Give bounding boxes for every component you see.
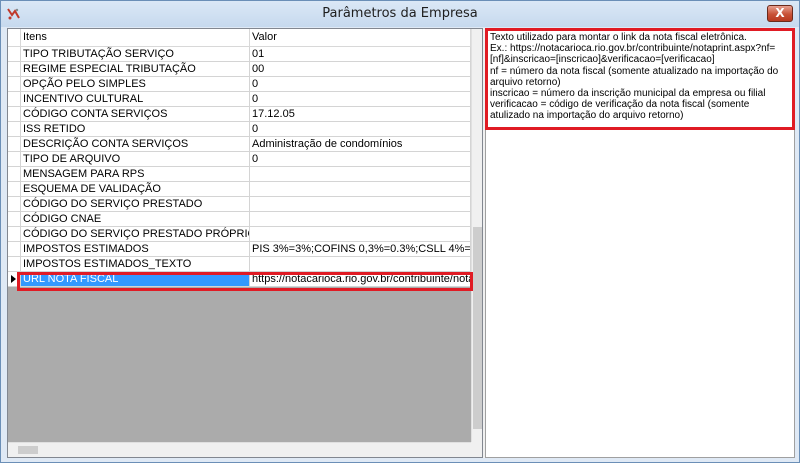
table-row[interactable]: DESCRIÇÃO CONTA SERVIÇOS Administração de…: [8, 137, 471, 152]
table-row[interactable]: IMPOSTOS ESTIMADOS PIS 3%=3%;COFINS 0,3%=…: [8, 242, 471, 257]
row-indicator[interactable]: [8, 212, 21, 227]
grid-header: Itens Valor: [8, 29, 471, 47]
row-indicator[interactable]: [8, 92, 21, 107]
table-row[interactable]: ISS RETIDO 0: [8, 122, 471, 137]
item-cell[interactable]: ESQUEMA DE VALIDAÇÃO: [21, 182, 250, 197]
value-cell[interactable]: [250, 182, 471, 197]
row-indicator[interactable]: [8, 197, 21, 212]
description-text: Texto utilizado para montar o link da no…: [490, 32, 779, 122]
item-cell[interactable]: IMPOSTOS ESTIMADOS_TEXTO: [21, 257, 250, 272]
value-cell[interactable]: 0: [250, 77, 471, 92]
vertical-scroll-thumb[interactable]: [473, 227, 482, 429]
table-row[interactable]: CÓDIGO DO SERVIÇO PRESTADO: [8, 197, 471, 212]
parametros-window: Parâmetros da Empresa X Itens Valor TIPO…: [0, 0, 800, 463]
table-row[interactable]: OPÇÃO PELO SIMPLES 0: [8, 77, 471, 92]
item-cell[interactable]: URL NOTA FISCAL: [21, 272, 250, 287]
row-indicator[interactable]: [8, 227, 21, 242]
item-cell[interactable]: OPÇÃO PELO SIMPLES: [21, 77, 250, 92]
table-row[interactable]: ESQUEMA DE VALIDAÇÃO: [8, 182, 471, 197]
title-bar[interactable]: Parâmetros da Empresa X: [1, 1, 799, 27]
header-indicator-cell: [8, 29, 21, 46]
row-indicator[interactable]: [8, 152, 21, 167]
value-cell[interactable]: [250, 227, 471, 242]
row-indicator[interactable]: [8, 242, 21, 257]
parameters-grid[interactable]: Itens Valor TIPO TRIBUTAÇÃO SERVIÇO 01 REG…: [7, 28, 483, 458]
item-cell[interactable]: CÓDIGO CONTA SERVIÇOS: [21, 107, 250, 122]
value-cell[interactable]: 0: [250, 122, 471, 137]
row-indicator[interactable]: [8, 167, 21, 182]
vertical-scrollbar[interactable]: [471, 29, 482, 442]
table-row[interactable]: URL NOTA FISCAL https://notacarioca.rio.g…: [8, 272, 471, 287]
description-panel: Texto utilizado para montar o link da no…: [485, 28, 795, 458]
row-indicator[interactable]: [8, 47, 21, 62]
item-cell[interactable]: TIPO DE ARQUIVO: [21, 152, 250, 167]
horizontal-scroll-thumb[interactable]: [18, 446, 38, 454]
item-cell[interactable]: IMPOSTOS ESTIMADOS: [21, 242, 250, 257]
row-indicator[interactable]: [8, 257, 21, 272]
row-pointer-icon: [11, 275, 16, 283]
row-indicator[interactable]: [8, 77, 21, 92]
value-cell[interactable]: [250, 257, 471, 272]
row-indicator[interactable]: [8, 62, 21, 77]
value-cell[interactable]: PIS 3%=3%;COFINS 0,3%=0.3%;CSLL 4%=4%;: [250, 242, 471, 257]
value-cell[interactable]: Administração de condomínios: [250, 137, 471, 152]
value-cell[interactable]: 0: [250, 92, 471, 107]
table-row[interactable]: TIPO TRIBUTAÇÃO SERVIÇO 01: [8, 47, 471, 62]
row-indicator[interactable]: [8, 107, 21, 122]
item-cell[interactable]: DESCRIÇÃO CONTA SERVIÇOS: [21, 137, 250, 152]
table-row[interactable]: TIPO DE ARQUIVO 0: [8, 152, 471, 167]
value-cell[interactable]: [250, 197, 471, 212]
table-row[interactable]: REGIME ESPECIAL TRIBUTAÇÃO 00: [8, 62, 471, 77]
table-row[interactable]: INCENTIVO CULTURAL 0: [8, 92, 471, 107]
column-header-itens[interactable]: Itens: [21, 29, 250, 46]
value-cell[interactable]: https://notacarioca.rio.gov.br/contribui…: [250, 272, 471, 287]
table-row[interactable]: CÓDIGO CNAE: [8, 212, 471, 227]
horizontal-scrollbar[interactable]: [8, 442, 471, 457]
item-cell[interactable]: INCENTIVO CULTURAL: [21, 92, 250, 107]
item-cell[interactable]: TIPO TRIBUTAÇÃO SERVIÇO: [21, 47, 250, 62]
item-cell[interactable]: ISS RETIDO: [21, 122, 250, 137]
window-title: Parâmetros da Empresa: [322, 6, 478, 21]
item-cell[interactable]: REGIME ESPECIAL TRIBUTAÇÃO: [21, 62, 250, 77]
table-row[interactable]: IMPOSTOS ESTIMADOS_TEXTO: [8, 257, 471, 272]
value-cell[interactable]: 0: [250, 152, 471, 167]
item-cell[interactable]: CÓDIGO DO SERVIÇO PRESTADO PRÓPRIO DO M: [21, 227, 250, 242]
scrollbar-corner: [471, 442, 482, 457]
value-cell[interactable]: [250, 212, 471, 227]
column-header-valor[interactable]: Valor: [250, 29, 471, 46]
row-indicator[interactable]: [8, 272, 21, 287]
value-cell[interactable]: 00: [250, 62, 471, 77]
value-cell[interactable]: 01: [250, 47, 471, 62]
value-cell[interactable]: 17.12.05: [250, 107, 471, 122]
item-cell[interactable]: CÓDIGO DO SERVIÇO PRESTADO: [21, 197, 250, 212]
client-area: Itens Valor TIPO TRIBUTAÇÃO SERVIÇO 01 REG…: [7, 28, 795, 458]
value-cell[interactable]: [250, 167, 471, 182]
close-button[interactable]: X: [767, 5, 793, 22]
table-row[interactable]: CÓDIGO DO SERVIÇO PRESTADO PRÓPRIO DO M: [8, 227, 471, 242]
table-row[interactable]: CÓDIGO CONTA SERVIÇOS 17.12.05: [8, 107, 471, 122]
item-cell[interactable]: CÓDIGO CNAE: [21, 212, 250, 227]
item-cell[interactable]: MENSAGEM PARA RPS: [21, 167, 250, 182]
row-indicator[interactable]: [8, 122, 21, 137]
row-indicator[interactable]: [8, 182, 21, 197]
table-row[interactable]: MENSAGEM PARA RPS: [8, 167, 471, 182]
row-indicator[interactable]: [8, 137, 21, 152]
grid-viewport: Itens Valor TIPO TRIBUTAÇÃO SERVIÇO 01 REG…: [8, 29, 471, 442]
